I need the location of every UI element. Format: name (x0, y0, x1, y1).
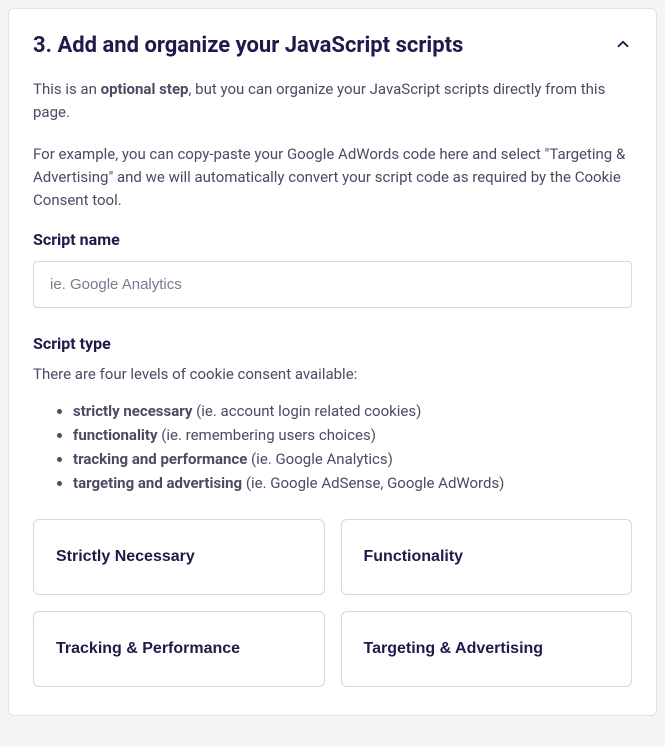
option-functionality[interactable]: Functionality (341, 519, 633, 595)
level-desc: (ie. remembering users choices) (158, 426, 376, 444)
option-targeting-advertising[interactable]: Targeting & Advertising (341, 611, 633, 687)
intro-bold: optional step (101, 80, 189, 98)
level-term: tracking and performance (73, 450, 247, 468)
step-card: 3. Add and organize your JavaScript scri… (8, 8, 657, 716)
script-type-label: Script type (33, 334, 632, 353)
card-title: 3. Add and organize your JavaScript scri… (33, 33, 463, 58)
level-desc: (ie. account login related cookies) (192, 402, 421, 420)
chevron-up-icon[interactable] (614, 35, 632, 57)
level-desc: (ie. Google Analytics) (247, 450, 393, 468)
script-type-options: Strictly Necessary Functionality Trackin… (33, 519, 632, 687)
script-name-label: Script name (33, 230, 632, 249)
card-header: 3. Add and organize your JavaScript scri… (33, 33, 632, 58)
list-item: strictly necessary (ie. account login re… (73, 399, 632, 423)
script-type-helper: There are four levels of cookie consent … (33, 365, 632, 383)
list-item: tracking and performance (ie. Google Ana… (73, 447, 632, 471)
list-item: targeting and advertising (ie. Google Ad… (73, 471, 632, 495)
example-text: For example, you can copy-paste your Goo… (33, 143, 632, 213)
level-term: targeting and advertising (73, 474, 242, 492)
script-name-input[interactable] (33, 261, 632, 308)
intro-prefix: This is an (33, 80, 101, 98)
cookie-levels-list: strictly necessary (ie. account login re… (33, 399, 632, 495)
intro-text: This is an optional step, but you can or… (33, 78, 632, 125)
level-term: strictly necessary (73, 402, 192, 420)
option-strictly-necessary[interactable]: Strictly Necessary (33, 519, 325, 595)
level-term: functionality (73, 426, 158, 444)
list-item: functionality (ie. remembering users cho… (73, 423, 632, 447)
option-tracking-performance[interactable]: Tracking & Performance (33, 611, 325, 687)
level-desc: (ie. Google AdSense, Google AdWords) (242, 474, 504, 492)
